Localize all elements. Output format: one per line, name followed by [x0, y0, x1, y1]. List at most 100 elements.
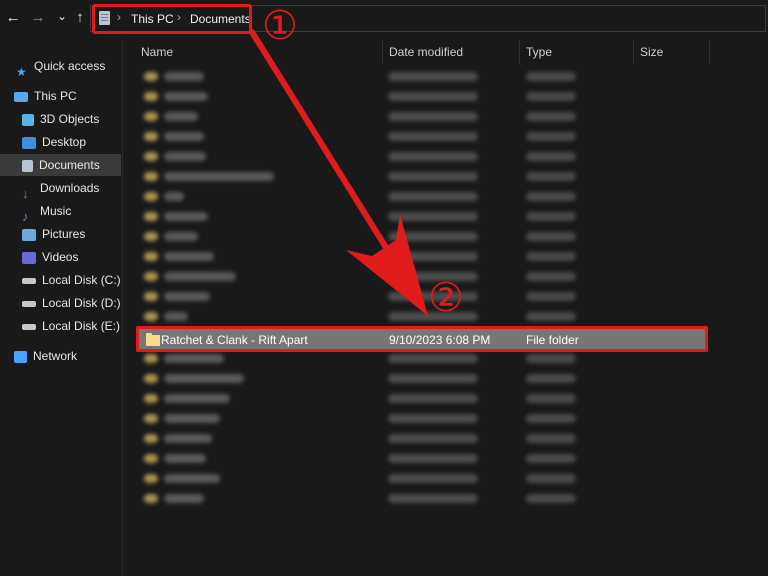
sidebar-item-desktop[interactable]: Desktop — [22, 131, 86, 153]
music-icon: ♪ — [22, 208, 29, 224]
folder-icon — [146, 333, 160, 346]
forward-arrow-icon[interactable]: → — [29, 9, 47, 27]
blurred-date — [388, 474, 478, 483]
column-divider[interactable] — [709, 40, 710, 64]
blurred-name — [164, 354, 224, 363]
sidebar-item-downloads[interactable]: ↓ Downloads — [22, 177, 100, 201]
blurred-type — [526, 72, 576, 81]
step-1-label: ① — [262, 3, 298, 49]
blurred-date — [388, 232, 478, 241]
toolbar: ← → ⌄ ↑ › This PC › Documents — [0, 0, 768, 38]
blurred-date — [388, 414, 478, 423]
sidebar-item-label: Local Disk (C:) — [42, 273, 121, 287]
sidebar-item-3d-objects[interactable]: 3D Objects — [22, 108, 99, 130]
blurred-type — [526, 192, 576, 201]
folder-icon — [144, 394, 158, 403]
video-icon — [22, 251, 36, 264]
sidebar-item-pictures[interactable]: Pictures — [22, 223, 85, 245]
blurred-date — [388, 192, 478, 201]
folder-icon — [144, 272, 158, 281]
blurred-name — [164, 292, 210, 301]
sidebar-item-music[interactable]: ♪ Music — [22, 200, 71, 224]
blurred-name — [164, 474, 220, 483]
computer-icon — [14, 91, 28, 102]
sidebar-item-label: Videos — [42, 250, 79, 264]
document-icon — [22, 159, 33, 172]
blurred-type — [526, 312, 576, 321]
sidebar-item-videos[interactable]: Videos — [22, 246, 78, 268]
network-icon — [14, 350, 27, 363]
cube-icon — [22, 113, 34, 126]
folder-icon — [144, 434, 158, 443]
column-header-type[interactable]: Type — [526, 44, 552, 64]
disk-icon — [22, 323, 36, 330]
sidebar-item-label: Quick access — [34, 59, 106, 73]
blurred-name — [164, 172, 274, 181]
folder-icon — [144, 454, 158, 463]
folder-icon — [144, 292, 158, 301]
blurred-name — [164, 232, 198, 241]
blurred-date — [388, 72, 478, 81]
recent-locations-chevron-icon[interactable]: ⌄ — [53, 7, 71, 25]
download-icon: ↓ — [22, 185, 29, 201]
blurred-type — [526, 414, 576, 423]
column-header-date-modified[interactable]: Date modified — [389, 44, 463, 64]
blurred-type — [526, 112, 576, 121]
blurred-type — [526, 354, 576, 363]
folder-icon — [144, 474, 158, 483]
folder-icon — [144, 152, 158, 161]
sidebar-item-local-disk-c[interactable]: Local Disk (C:) — [22, 269, 121, 291]
column-header-size[interactable]: Size — [640, 44, 663, 64]
sidebar-item-this-pc[interactable]: This PC — [14, 85, 77, 107]
folder-icon — [144, 414, 158, 423]
back-arrow-icon[interactable]: ← — [4, 9, 22, 27]
blurred-date — [388, 172, 478, 181]
folder-icon — [144, 312, 158, 321]
sidebar-item-label: Downloads — [40, 181, 100, 195]
column-header-name[interactable]: Name — [141, 44, 173, 64]
blurred-date — [388, 132, 478, 141]
blurred-name — [164, 494, 204, 503]
disk-icon — [22, 300, 36, 307]
sidebar-item-quick-access[interactable]: ★ Quick access — [16, 55, 106, 79]
up-arrow-icon[interactable]: ↑ — [71, 9, 89, 27]
sidebar-item-label: Desktop — [42, 135, 87, 149]
column-divider[interactable] — [519, 40, 520, 64]
desktop-icon — [22, 136, 36, 149]
blurred-date — [388, 212, 478, 221]
blurred-type — [526, 454, 576, 463]
blurred-type — [526, 252, 576, 261]
sidebar-item-local-disk-e[interactable]: Local Disk (E:) — [22, 315, 120, 337]
blurred-name — [164, 374, 244, 383]
folder-icon — [144, 494, 158, 503]
sidebar-item-label: Local Disk (E:) — [42, 319, 121, 333]
folder-icon — [144, 112, 158, 121]
blurred-date — [388, 394, 478, 403]
selected-folder-row[interactable]: Ratchet & Clank - Rift Apart 9/10/2023 6… — [136, 326, 708, 352]
sidebar-item-local-disk-d[interactable]: Local Disk (D:) — [22, 292, 121, 314]
folder-icon — [144, 92, 158, 101]
blurred-type — [526, 394, 576, 403]
folder-icon — [144, 374, 158, 383]
blurred-type — [526, 172, 576, 181]
blurred-date — [388, 454, 478, 463]
folder-icon — [144, 252, 158, 261]
column-divider[interactable] — [382, 40, 383, 64]
blurred-type — [526, 152, 576, 161]
blurred-name — [164, 312, 188, 321]
blurred-name — [164, 454, 206, 463]
blurred-name — [164, 152, 206, 161]
folder-icon — [144, 232, 158, 241]
column-divider[interactable] — [633, 40, 634, 64]
sidebar-item-label: Pictures — [42, 227, 86, 241]
blurred-type — [526, 212, 576, 221]
blurred-type — [526, 132, 576, 141]
blurred-date — [388, 354, 478, 363]
blurred-date — [388, 494, 478, 503]
blurred-name — [164, 112, 198, 121]
folder-date-modified: 9/10/2023 6:08 PM — [389, 333, 491, 347]
folder-icon — [144, 172, 158, 181]
blurred-type — [526, 494, 576, 503]
sidebar-item-network[interactable]: Network — [14, 345, 77, 367]
sidebar-item-documents[interactable]: Documents — [0, 154, 121, 176]
